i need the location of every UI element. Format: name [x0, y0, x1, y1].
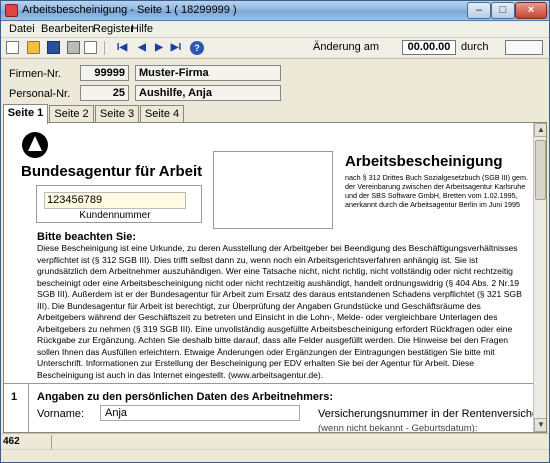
next-record-icon[interactable]: ▶	[152, 41, 166, 55]
window-title: Arbeitsbescheinigung - Seite 1 ( 1829999…	[22, 4, 237, 16]
printer-icon[interactable]	[67, 41, 80, 54]
document-title: Arbeitsbescheinigung	[345, 153, 503, 170]
close-button[interactable]: ×	[515, 2, 547, 19]
scroll-thumb[interactable]	[535, 140, 546, 200]
change-date-field[interactable]: 00.00.00	[402, 40, 456, 55]
toolbar: I◀ ◀ ▶ ▶I ? Änderung am 00.00.00 durch	[1, 37, 549, 57]
vertical-scrollbar[interactable]: ▲ ▼	[533, 123, 546, 432]
notice-title: Bitte beachten Sie:	[37, 231, 137, 243]
application-window: Arbeitsbescheinigung - Seite 1 ( 1829999…	[0, 0, 550, 463]
stamp-box	[213, 151, 333, 229]
insurance-number-hint: (wenn nicht bekannt - Geburtsdatum):	[318, 423, 478, 433]
help-icon[interactable]: ?	[190, 41, 204, 55]
menu-register[interactable]: Register	[93, 23, 134, 35]
record-info-panel: Firmen-Nr. 99999 Muster-Firma Personal-N…	[1, 58, 549, 102]
section-title: Angaben zu den persönlichen Daten des Ar…	[37, 391, 334, 403]
app-icon	[5, 4, 18, 17]
minimize-button[interactable]: –	[467, 2, 491, 19]
section-number: 1	[11, 391, 18, 403]
toolbar-separator	[104, 41, 105, 55]
agency-name: Bundesagentur für Arbeit	[21, 163, 203, 180]
title-bar[interactable]: Arbeitsbescheinigung - Seite 1 ( 1829999…	[1, 1, 549, 21]
customer-number-field[interactable]: 123456789	[44, 192, 186, 209]
changed-by-label: durch	[461, 41, 489, 53]
tab-seite-1[interactable]: Seite 1	[3, 104, 48, 124]
employee-name-field[interactable]: Aushilfe, Anja	[135, 85, 281, 101]
personnel-number-field[interactable]: 25	[80, 85, 129, 101]
record-count: 462	[3, 436, 20, 447]
copy-icon[interactable]	[84, 41, 97, 54]
scroll-up-icon[interactable]: ▲	[534, 123, 546, 137]
menu-bearbeiten[interactable]: Bearbeiten	[41, 23, 94, 35]
scroll-down-icon[interactable]: ▼	[534, 418, 546, 432]
menu-bar: Datei Bearbeiten Register Hilfe	[1, 22, 549, 37]
document-subtitle: nach § 312 Drittes Buch Sozialgesetzbuch…	[345, 173, 528, 209]
menu-datei[interactable]: Datei	[9, 23, 35, 35]
section-divider	[4, 383, 534, 384]
last-record-icon[interactable]: ▶I	[169, 41, 183, 55]
firm-number-label: Firmen-Nr.	[9, 68, 61, 80]
first-name-field[interactable]: Anja	[100, 405, 300, 421]
status-divider	[51, 435, 52, 449]
menu-hilfe[interactable]: Hilfe	[131, 23, 153, 35]
change-date-label: Änderung am	[313, 41, 380, 53]
personnel-number-label: Personal-Nr.	[9, 88, 71, 100]
customer-number-label: Kundennummer	[79, 210, 151, 221]
status-bar: 462	[1, 433, 549, 449]
changed-by-field[interactable]	[505, 40, 543, 55]
firm-number-field[interactable]: 99999	[80, 65, 129, 81]
status-bar-lower	[1, 449, 549, 462]
tab-seite-3[interactable]: Seite 3	[95, 105, 139, 123]
insurance-number-label: Versicherungsnummer in der Rentenversich…	[318, 408, 547, 420]
tab-seite-2[interactable]: Seite 2	[49, 105, 94, 123]
open-folder-icon[interactable]	[27, 41, 40, 54]
maximize-button[interactable]: □	[491, 2, 515, 19]
firm-name-field[interactable]: Muster-Firma	[135, 65, 281, 81]
first-record-icon[interactable]: I◀	[115, 41, 129, 55]
save-disk-icon[interactable]	[47, 41, 60, 54]
tab-seite-4[interactable]: Seite 4	[140, 105, 184, 123]
first-name-label: Vorname:	[37, 408, 85, 420]
form-page: Bundesagentur für Arbeit 123456789 Kunde…	[3, 122, 547, 433]
notice-text: Diese Bescheinigung ist eine Urkunde, zu…	[37, 243, 522, 380]
section-column-line	[28, 383, 29, 432]
agency-logo-mark	[28, 136, 42, 151]
previous-record-icon[interactable]: ◀	[135, 41, 149, 55]
new-document-icon[interactable]	[6, 41, 19, 54]
